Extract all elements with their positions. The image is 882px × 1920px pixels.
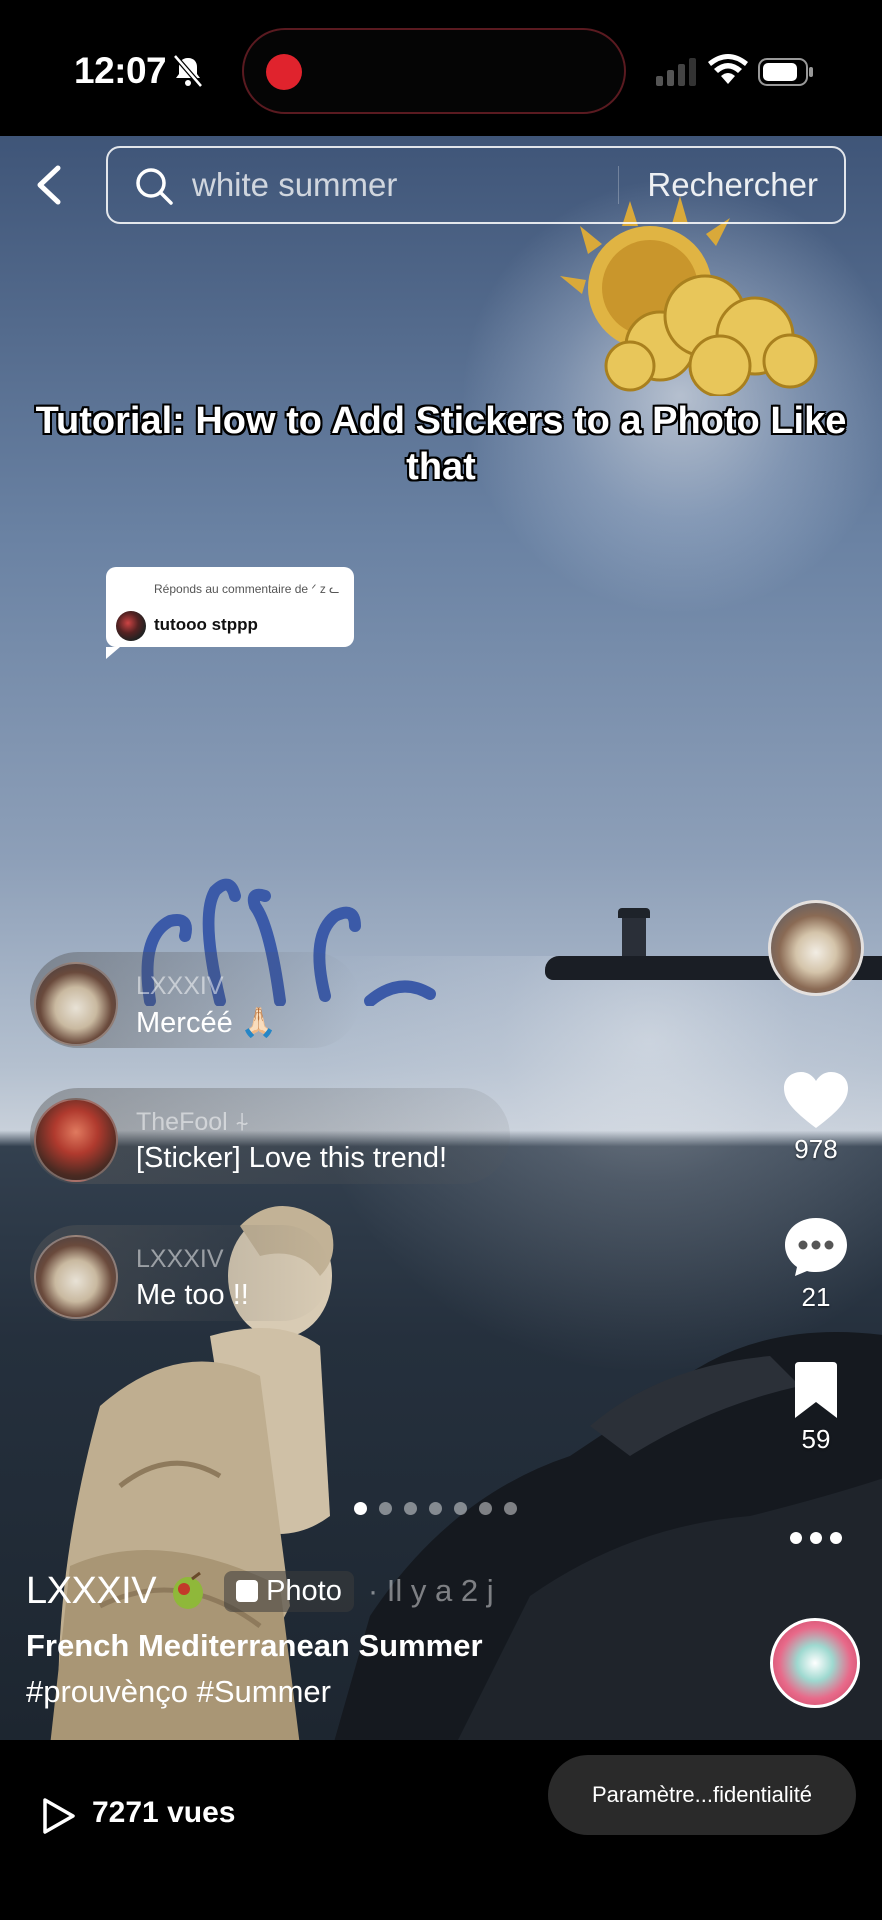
comment-bubble-icon <box>785 1218 847 1276</box>
post-time: · Il y a 2 j <box>367 1573 494 1608</box>
view-count: 7271 vues <box>92 1796 236 1829</box>
cellular-signal-icon <box>656 58 696 86</box>
comment-username: TheFool ⍭ <box>136 1108 250 1136</box>
search-icon <box>136 168 173 205</box>
search-input[interactable]: white summer Rechercher <box>106 146 846 224</box>
comment-count: 21 <box>801 1282 831 1312</box>
privacy-settings-button[interactable]: Paramètre...fidentialité <box>548 1755 856 1835</box>
bell-off-icon <box>173 54 203 88</box>
reply-header: Réponds au commentaire de ᐟ z ᓚ <box>154 582 340 596</box>
comment-avatar[interactable] <box>34 962 118 1046</box>
carousel-dot <box>404 1502 417 1515</box>
carousel-dot <box>504 1502 517 1515</box>
bottom-bar: 7271 vues Paramètre...fidentialité <box>0 1740 882 1920</box>
carousel-dot <box>454 1502 467 1515</box>
photo-badge-label: Photo <box>266 1574 342 1607</box>
carousel-dot <box>379 1502 392 1515</box>
play-icon <box>43 1798 75 1834</box>
battery-icon <box>758 58 813 86</box>
like-count: 978 <box>794 1134 838 1164</box>
carousel-dot <box>479 1502 492 1515</box>
heart-icon <box>784 1072 848 1128</box>
bookmark-icon <box>795 1362 837 1418</box>
save-button[interactable]: 59 <box>776 1362 856 1455</box>
olive-icon <box>173 1571 204 1609</box>
status-time: 12:07 <box>74 50 167 91</box>
comment-text: Me too !! <box>136 1279 249 1311</box>
caption-hashtags[interactable]: #prouvènço #Summer <box>26 1674 331 1710</box>
post-photo[interactable] <box>0 136 882 1740</box>
wifi-icon <box>708 54 748 84</box>
lighthouse <box>618 908 650 960</box>
sun-cloud-sticker <box>560 196 818 396</box>
carousel-indicator <box>354 1502 517 1515</box>
reply-text: tutooo stppp <box>154 615 258 634</box>
comment-avatar[interactable] <box>34 1235 118 1319</box>
live-comment[interactable]: LXXXIV Mercéé 🙏🏻 <box>30 952 360 1048</box>
search-query[interactable]: white summer <box>192 166 397 204</box>
comment-username: LXXXIV <box>136 972 224 1000</box>
search-submit-button[interactable]: Rechercher <box>618 166 818 204</box>
reply-avatar <box>116 611 146 641</box>
status-bar: 12:07 <box>0 0 882 136</box>
comments-button[interactable]: 21 <box>776 1216 856 1313</box>
carousel-dot <box>354 1502 367 1515</box>
like-button[interactable]: 978 <box>776 1070 856 1165</box>
more-options-icon[interactable] <box>788 1520 844 1556</box>
photo-badge: Photo <box>224 1570 354 1612</box>
live-comment[interactable]: TheFool ⍭ [Sticker] Love this trend! <box>30 1088 510 1184</box>
author-row: LXXXIV Photo · Il y a 2 j <box>26 1566 494 1616</box>
music-disc[interactable] <box>770 1618 860 1708</box>
live-comment[interactable]: LXXXIV Me too !! <box>30 1225 330 1321</box>
photo-icon <box>236 1580 259 1602</box>
save-count: 59 <box>801 1424 831 1454</box>
creator-avatar[interactable] <box>768 900 864 996</box>
back-button[interactable] <box>28 160 68 210</box>
reply-comment-bubble[interactable]: Réponds au commentaire de ᐟ z ᓚ tutooo s… <box>106 567 354 659</box>
dynamic-island <box>242 28 626 114</box>
comment-username: LXXXIV <box>136 1245 224 1273</box>
recording-indicator-icon <box>266 54 302 90</box>
author-name[interactable]: LXXXIV <box>26 1570 157 1613</box>
comment-avatar[interactable] <box>34 1098 118 1182</box>
carousel-dot <box>429 1502 442 1515</box>
caption-title: French Mediterranean Summer <box>26 1628 483 1663</box>
comment-text: [Sticker] Love this trend! <box>136 1142 448 1174</box>
comment-text: Mercéé 🙏🏻 <box>136 1007 277 1039</box>
post-overlay-title: Tutorial: How to Add Stickers to a Photo… <box>35 400 847 488</box>
